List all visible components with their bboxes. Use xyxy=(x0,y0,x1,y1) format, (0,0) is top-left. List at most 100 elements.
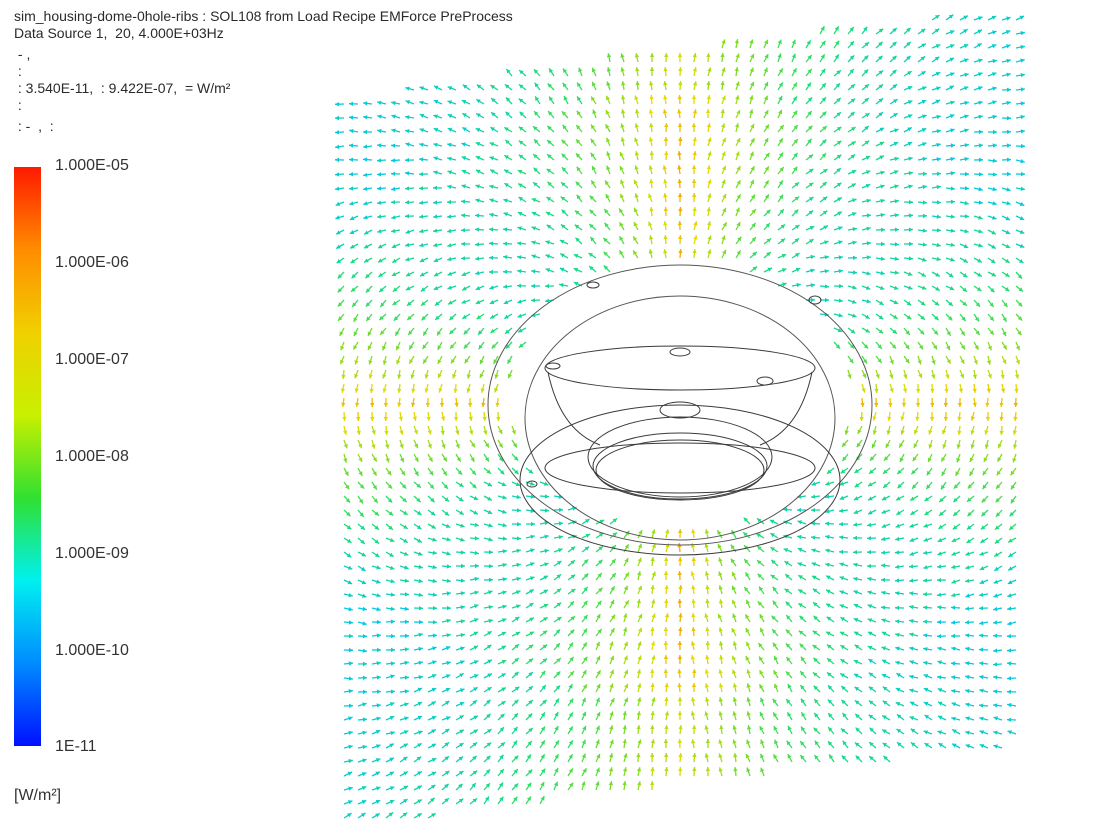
field-arrow-head xyxy=(923,578,928,583)
field-arrow-head xyxy=(978,129,983,135)
field-arrow-head xyxy=(405,157,410,163)
field-arrow-head xyxy=(825,562,830,567)
field-arrow-head xyxy=(678,137,683,142)
field-arrow-head xyxy=(992,114,997,120)
field-arrow-head xyxy=(502,523,507,528)
field-arrow-head xyxy=(648,249,653,254)
field-arrow-head xyxy=(881,577,885,583)
field-arrow-head xyxy=(460,578,465,583)
field-arrow-head xyxy=(544,508,549,513)
field-arrow-head xyxy=(1006,72,1011,77)
field-arrow-head xyxy=(446,564,451,569)
field-arrow-head xyxy=(922,156,927,162)
field-arrow-head xyxy=(866,299,871,304)
field-arrow-head xyxy=(978,172,983,177)
field-arrow-head xyxy=(404,675,409,680)
field-arrow-head xyxy=(936,256,941,262)
field-arrow-head xyxy=(704,529,710,534)
field-arrow-head xyxy=(650,725,655,730)
field-arrow-head xyxy=(390,730,395,736)
field-arrow-head xyxy=(488,550,493,555)
field-arrow-head xyxy=(363,661,367,667)
info-line: : xyxy=(14,63,22,79)
field-arrow-head xyxy=(383,416,388,421)
field-arrow-head xyxy=(447,184,452,190)
field-arrow-head xyxy=(503,227,508,232)
field-arrow-head xyxy=(363,689,367,695)
field-arrow-head xyxy=(663,571,669,575)
field-arrow-head xyxy=(516,536,521,541)
field-arrow-head xyxy=(1006,116,1011,121)
field-arrow-head xyxy=(651,599,656,604)
field-arrow-head xyxy=(881,590,886,595)
field-arrow-head xyxy=(474,536,479,541)
field-arrow-head xyxy=(385,444,390,449)
field-arrow-head xyxy=(363,129,367,135)
field-arrow-head xyxy=(677,529,683,533)
field-arrow-head xyxy=(895,578,900,583)
scale-tick-label: 1E-11 xyxy=(55,738,97,755)
field-arrow-head xyxy=(622,767,628,772)
field-arrow-head xyxy=(348,661,353,666)
field-arrow-head xyxy=(993,662,998,667)
field-arrow-head xyxy=(691,165,697,169)
field-arrow-head xyxy=(930,402,935,407)
field-arrow-head xyxy=(908,213,913,218)
field-arrow-head xyxy=(447,156,452,161)
field-arrow-head xyxy=(663,207,668,212)
field-arrow-head xyxy=(678,585,683,590)
field-arrow-head xyxy=(664,613,670,618)
field-arrow-head xyxy=(930,388,935,393)
field-arrow-head xyxy=(349,157,354,162)
field-arrow-head xyxy=(936,242,941,248)
field-arrow-head xyxy=(690,711,696,716)
scale-tick-label: 1.000E-07 xyxy=(55,351,129,368)
field-arrow-head xyxy=(461,199,466,204)
field-arrow-head xyxy=(915,389,921,393)
field-arrow-head xyxy=(909,241,913,247)
field-arrow-head xyxy=(433,142,438,147)
field-arrow-head xyxy=(664,599,669,604)
field-arrow-head xyxy=(691,179,697,183)
field-arrow-head xyxy=(957,403,963,407)
field-arrow-head xyxy=(419,142,424,147)
field-arrow-head xyxy=(1007,634,1012,639)
field-arrow-head xyxy=(691,627,696,632)
field-arrow-head xyxy=(881,605,886,610)
field-arrow-head xyxy=(342,416,347,421)
field-arrow-head xyxy=(343,430,348,435)
field-arrow-head xyxy=(648,137,654,142)
field-arrow-head xyxy=(377,172,382,177)
field-arrow-head xyxy=(894,227,899,232)
field-arrow-head xyxy=(895,632,900,637)
field-arrow-head xyxy=(705,641,710,646)
field-arrow-head xyxy=(692,81,698,86)
field-arrow-head xyxy=(993,620,998,625)
field-arrow-head xyxy=(1007,689,1012,694)
model-viewport[interactable] xyxy=(0,0,1108,831)
field-arrow-head xyxy=(664,53,669,58)
field-arrow-head xyxy=(922,200,927,205)
field-arrow-head xyxy=(992,172,997,177)
field-arrow-head xyxy=(447,142,452,147)
scale-tick-label: 1.000E-06 xyxy=(55,254,129,271)
field-arrow-head xyxy=(1007,648,1012,653)
field-arrow-head xyxy=(488,564,493,569)
field-arrow-head xyxy=(377,647,381,653)
field-arrow-head xyxy=(852,270,857,275)
field-arrow-head xyxy=(664,767,669,772)
field-arrow-head xyxy=(376,633,381,638)
field-arrow-head xyxy=(1013,416,1018,421)
field-arrow-head xyxy=(677,221,682,226)
field-arrow-head xyxy=(369,388,374,393)
field-arrow-head xyxy=(1014,388,1019,393)
field-arrow-head xyxy=(489,227,494,232)
field-arrow-head xyxy=(348,620,353,625)
field-arrow-head xyxy=(390,619,395,624)
field-arrow-head xyxy=(461,256,466,261)
field-arrow-head xyxy=(349,186,354,191)
field-arrow-head xyxy=(475,242,480,247)
field-arrow-head xyxy=(1020,171,1025,177)
field-arrow-head xyxy=(649,151,654,156)
field-arrow-head xyxy=(1020,114,1025,120)
